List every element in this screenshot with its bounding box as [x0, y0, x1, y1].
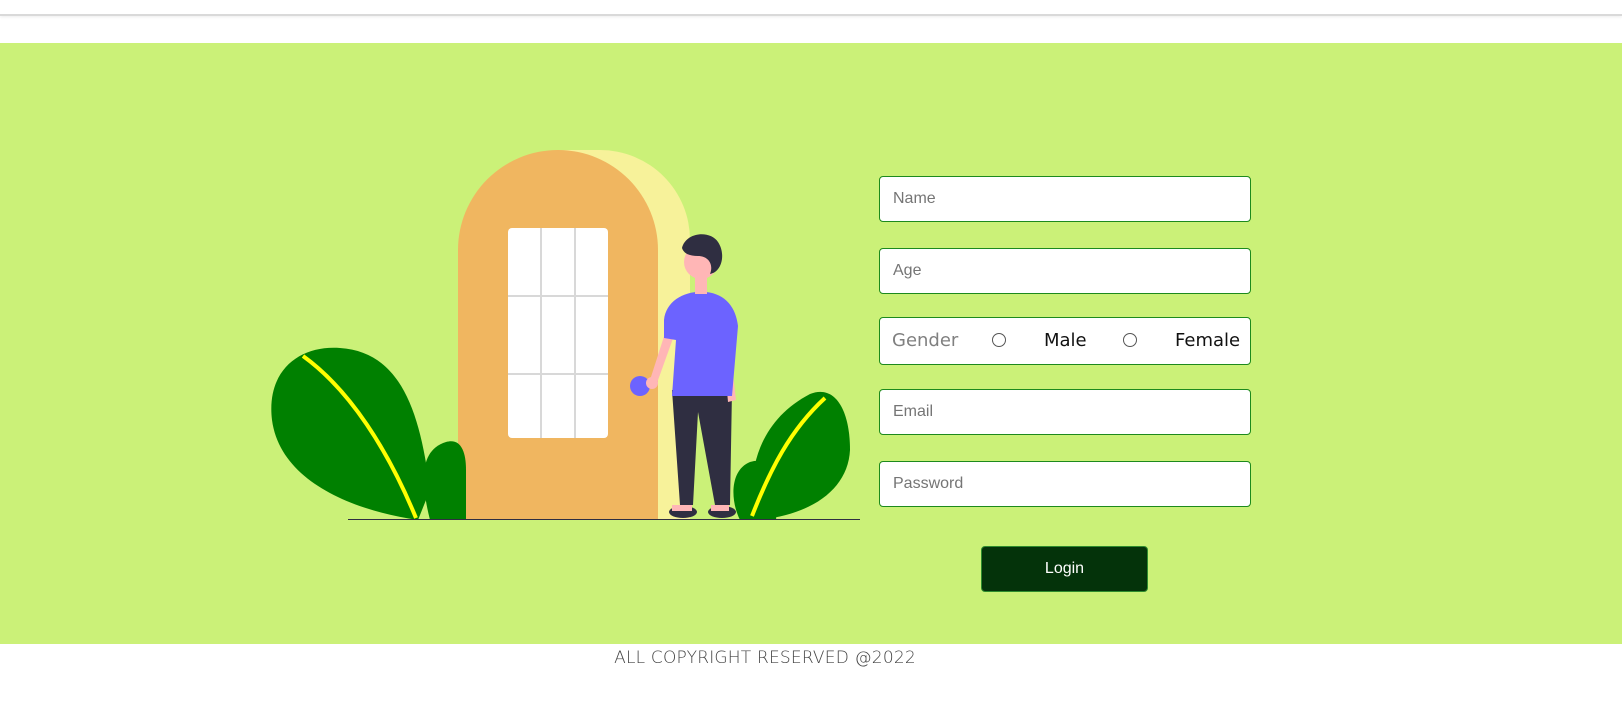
- male-label: Male: [1044, 330, 1087, 351]
- age-field-wrapper: [879, 248, 1251, 294]
- female-label: Female: [1175, 330, 1241, 351]
- left-small-leaf: [423, 441, 466, 520]
- age-input[interactable]: [880, 249, 1250, 293]
- door-window: [508, 228, 608, 438]
- footer-copyright: ALL COPYRIGHT RESERVED @2022: [614, 648, 916, 668]
- email-input[interactable]: [880, 390, 1250, 434]
- name-input[interactable]: [880, 177, 1250, 221]
- gender-field: Gender Male Female: [879, 317, 1251, 365]
- login-button[interactable]: Login: [981, 546, 1148, 592]
- male-radio[interactable]: [992, 333, 1006, 347]
- female-radio[interactable]: [1123, 333, 1137, 347]
- email-field-wrapper: [879, 389, 1251, 435]
- name-field-wrapper: [879, 176, 1251, 222]
- browser-top-bar: [0, 0, 1622, 16]
- person-opening-door-illustration: [271, 150, 860, 520]
- gender-label: Gender: [892, 330, 959, 351]
- password-input[interactable]: [880, 462, 1250, 506]
- right-big-leaf: [752, 391, 850, 520]
- password-field-wrapper: [879, 461, 1251, 507]
